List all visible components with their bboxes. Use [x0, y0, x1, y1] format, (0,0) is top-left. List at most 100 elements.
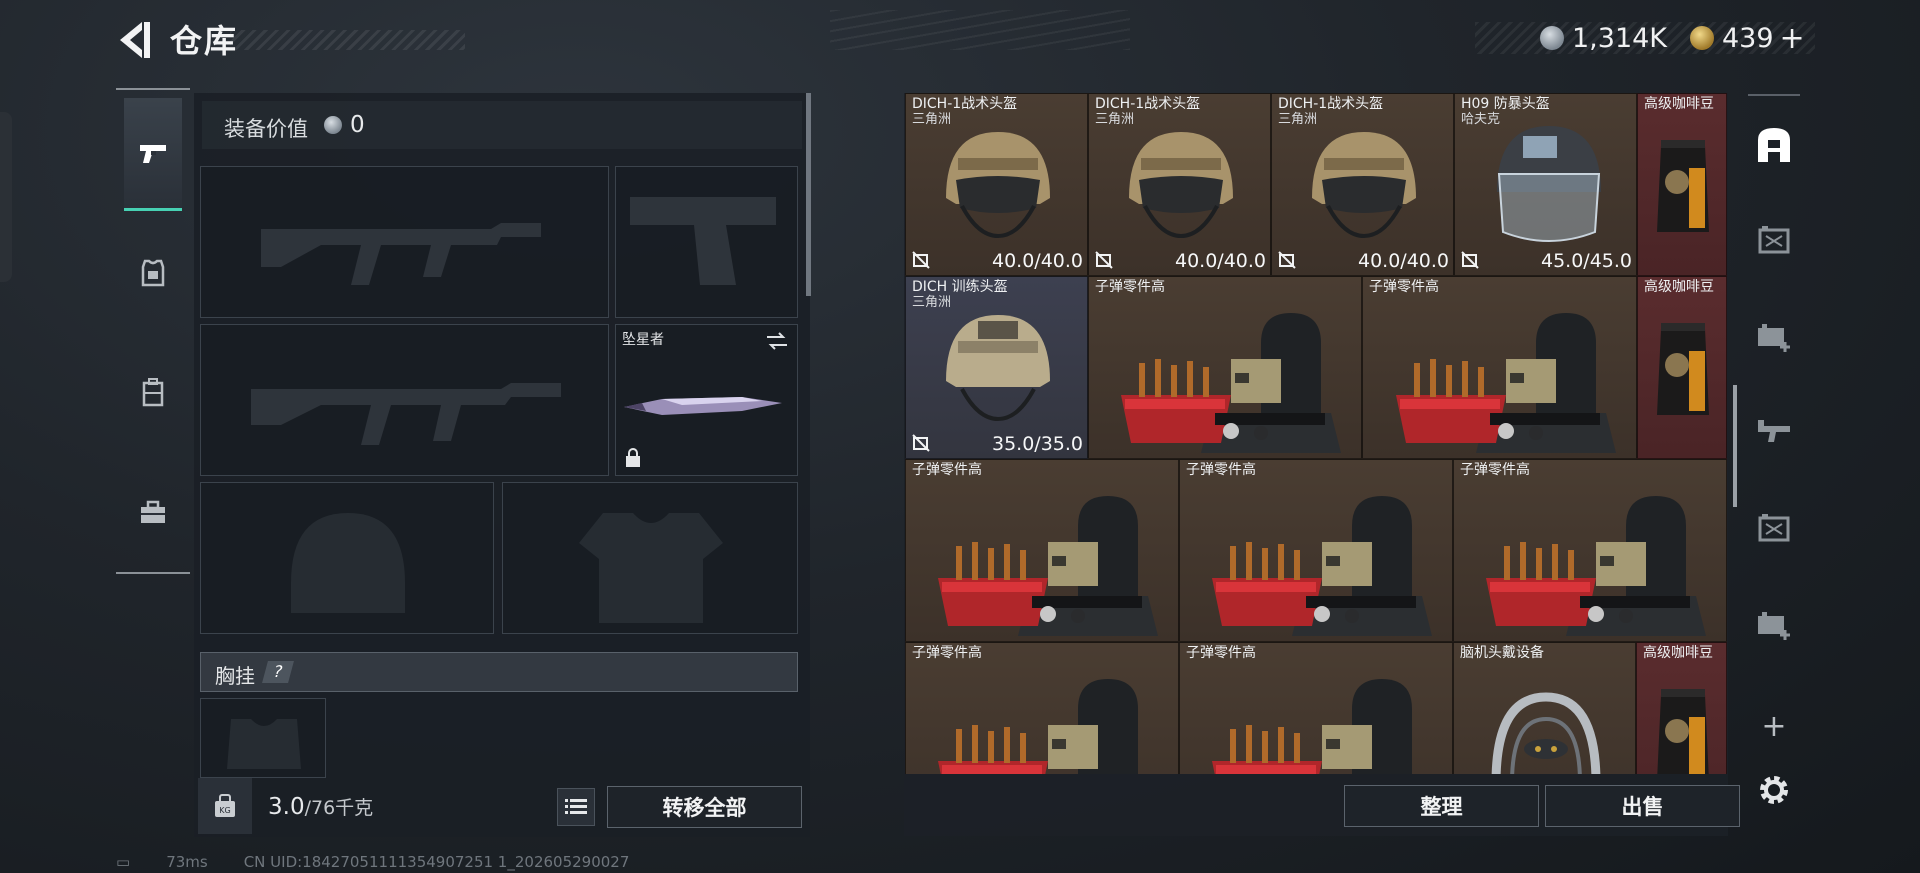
melee-item-name: 坠星者 [622, 332, 664, 348]
ammo-parts-icon [938, 496, 1158, 636]
gold-coin-icon [1690, 26, 1714, 50]
nav-tab-toolbox[interactable] [124, 458, 182, 568]
sell-button[interactable]: 出售 [1545, 785, 1740, 827]
coffee-bag-icon [1657, 323, 1709, 415]
container-tab-2[interactable] [1748, 310, 1800, 362]
container-tab-1[interactable] [1748, 214, 1800, 266]
secondary-weapon-slot[interactable] [200, 324, 609, 476]
rifle-silhouette-icon [251, 383, 561, 445]
stash-item[interactable]: DICH-1战术头盔 三角洲 40.0/40.0 [1088, 93, 1271, 276]
add-gold-button[interactable]: + [1780, 21, 1805, 56]
stash-item[interactable]: 高级咖啡豆 [1637, 276, 1727, 459]
chest-rig-slot[interactable] [200, 698, 326, 778]
item-faction: 哈夫克 [1461, 112, 1501, 127]
back-button[interactable] [112, 16, 156, 64]
rifle-silhouette-icon [261, 223, 541, 285]
help-button[interactable]: ? [262, 661, 294, 683]
title-decoration [230, 30, 465, 50]
chest-rig-silhouette-icon [227, 719, 301, 769]
body-armor-slot[interactable] [502, 482, 798, 634]
stash-item[interactable]: 高级咖啡豆 [1636, 642, 1727, 774]
vest-silhouette-icon [579, 513, 723, 623]
ammo-parts-icon [1395, 313, 1616, 453]
ping: 73ms [166, 853, 208, 871]
stash-tab[interactable] [1748, 118, 1800, 170]
weapon-case-icon [1758, 420, 1790, 442]
stash-item[interactable]: 脑机头戴设备 [1453, 642, 1636, 774]
silver-coin-icon [1540, 26, 1564, 50]
gold-amount: 439 [1722, 22, 1774, 54]
settings-button[interactable] [1748, 764, 1800, 816]
stash-home-icon [1758, 128, 1790, 162]
stash-item[interactable]: 子弹零件高 [1179, 459, 1453, 642]
stash-item[interactable]: 子弹零件高 [1179, 642, 1453, 774]
container-tab-5[interactable] [1748, 598, 1800, 650]
list-view-button[interactable] [557, 788, 595, 826]
durability-icon [1278, 251, 1296, 269]
item-name: 子弹零件高 [1460, 462, 1530, 478]
ammo-parts-icon [1212, 679, 1412, 774]
pistol-slot[interactable] [615, 166, 798, 318]
weight-indicator: KG [198, 778, 252, 834]
pistol-icon [140, 145, 166, 163]
helmet-slot[interactable] [200, 482, 494, 634]
stash-item[interactable]: 子弹零件高 [905, 642, 1179, 774]
helmet-icon [1128, 132, 1233, 239]
nav-tab-armor[interactable] [124, 218, 182, 328]
stash-item[interactable]: 子弹零件高 [1453, 459, 1727, 642]
stash-item[interactable]: 子弹零件高 [1088, 276, 1362, 459]
weight-max: /76千克 [304, 797, 374, 819]
swap-icon[interactable] [765, 331, 789, 351]
durability-icon [912, 251, 930, 269]
stash-item[interactable]: 高级咖啡豆 [1637, 93, 1727, 276]
item-name: H09 防暴头盔 [1461, 96, 1550, 112]
equipment-value-amount: 0 [350, 112, 365, 138]
container-tab-4[interactable] [1748, 502, 1800, 554]
pistol-silhouette-icon [630, 197, 776, 285]
ammo-parts-icon [1486, 496, 1706, 636]
ammo-parts-icon [1212, 496, 1432, 636]
stash-scrollbar[interactable] [1733, 385, 1737, 507]
melee-slot[interactable]: 坠星者 [615, 324, 798, 476]
stash-item[interactable]: DICH-1战术头盔 三角洲 40.0/40.0 [905, 93, 1088, 276]
stash-item[interactable]: DICH 训练头盔 三角洲 35.0/35.0 [905, 276, 1088, 459]
ammo-parts-icon [1121, 313, 1341, 453]
item-name: DICH-1战术头盔 [912, 96, 1018, 112]
item-name: 高级咖啡豆 [1644, 279, 1714, 295]
nav-divider [116, 88, 190, 90]
item-durability: 40.0/40.0 [1174, 250, 1266, 272]
silver-coin-icon [324, 116, 342, 134]
gold-currency: 439 + [1690, 21, 1805, 56]
stash-item[interactable]: 子弹零件高 [905, 459, 1179, 642]
rail-divider [1748, 94, 1800, 96]
sort-button[interactable]: 整理 [1344, 785, 1539, 827]
riot-helmet-icon [1496, 126, 1601, 242]
nav-tab-weapons[interactable] [124, 98, 182, 211]
item-durability: 40.0/40.0 [991, 250, 1083, 272]
stash-item[interactable]: H09 防暴头盔 哈夫克 45.0/45.0 [1454, 93, 1637, 276]
warehouse-screen: 仓库 1,314K 439 + 装备价值 0 坠星者 胸挂 ? KG 3.0/7… [0, 0, 1920, 873]
equipment-scrollbar[interactable] [806, 93, 811, 296]
silver-amount: 1,314K [1572, 22, 1668, 54]
item-name: 子弹零件高 [912, 462, 982, 478]
equipment-value: 0 [324, 112, 365, 138]
chest-rig-header: 胸挂 ? [200, 652, 798, 692]
silver-currency: 1,314K [1540, 22, 1667, 54]
helmet-icon [1311, 132, 1416, 239]
add-tab-button[interactable]: + [1748, 700, 1800, 752]
toolbox-icon [141, 500, 165, 523]
nav-tab-backpack[interactable] [124, 338, 182, 448]
equipment-value-label: 装备价值 [224, 117, 308, 141]
stash-item[interactable]: 子弹零件高 [1362, 276, 1637, 459]
item-durability: 45.0/45.0 [1540, 250, 1632, 272]
stash-item[interactable]: DICH-1战术头盔 三角洲 40.0/40.0 [1271, 93, 1454, 276]
primary-weapon-slot[interactable] [200, 166, 609, 318]
container-icon [1758, 514, 1790, 542]
container-tab-3[interactable] [1748, 406, 1800, 458]
status-bar: ▭ 73ms CN UID:18427051111354907251 1_20260… [116, 853, 665, 871]
ammo-parts-icon [938, 679, 1138, 774]
item-faction: 三角洲 [912, 112, 952, 127]
transfer-all-button[interactable]: 转移全部 [607, 786, 802, 828]
svg-text:KG: KG [219, 806, 230, 815]
durability-icon [912, 434, 930, 452]
